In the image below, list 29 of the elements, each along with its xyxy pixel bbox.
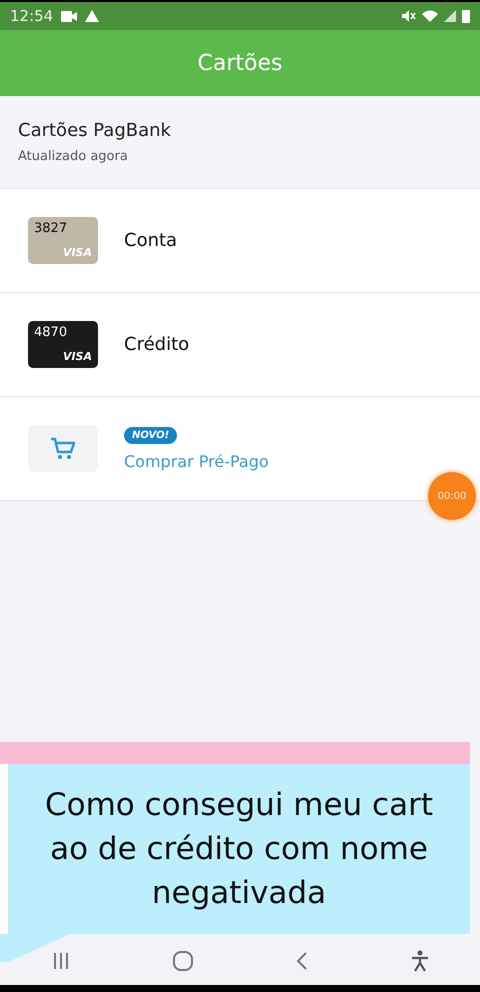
- buy-prepaid-link[interactable]: Comprar Pré-Pago: [124, 452, 269, 470]
- screen-title: Cartões: [198, 50, 282, 76]
- battery-icon: [462, 9, 470, 23]
- card-row[interactable]: 3827 VISA Conta: [0, 189, 480, 293]
- mute-icon: [402, 10, 416, 22]
- card-brand: VISA: [62, 350, 92, 363]
- card-label: Conta: [124, 230, 178, 251]
- signal-icon: [444, 10, 456, 22]
- update-status: Atualizado agora: [18, 149, 129, 164]
- wifi-icon: [422, 10, 438, 22]
- card-number: 3827: [34, 221, 68, 236]
- accessibility-icon[interactable]: [410, 950, 428, 972]
- card-label: Crédito: [124, 334, 190, 355]
- card-row[interactable]: 4870 VISA Crédito: [0, 293, 480, 397]
- recent-apps-icon[interactable]: [52, 953, 70, 969]
- cart-icon: [50, 436, 76, 460]
- back-icon[interactable]: [296, 952, 308, 970]
- status-time: 12:54: [10, 7, 54, 25]
- caption-line: Como consegui meu cart: [44, 786, 433, 825]
- camera-icon: [61, 10, 78, 22]
- home-icon[interactable]: [172, 951, 192, 971]
- warning-icon: [85, 10, 100, 22]
- card-number: 4870: [34, 325, 68, 340]
- timer-button[interactable]: 00:00: [428, 472, 476, 520]
- caption-line: ao de crédito com nome: [50, 830, 428, 869]
- new-badge: NOVO!: [124, 426, 178, 444]
- section-title: Cartões PagBank: [18, 120, 172, 141]
- card-brand: VISA: [62, 246, 92, 259]
- caption-line: negativada: [152, 874, 326, 913]
